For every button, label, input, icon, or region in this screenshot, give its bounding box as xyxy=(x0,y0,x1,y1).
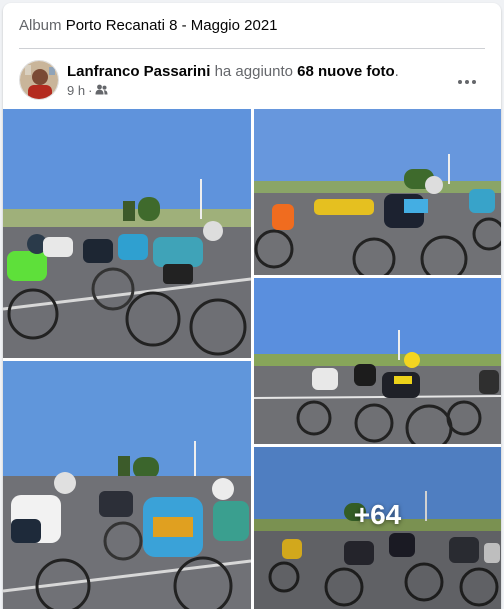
album-header: Album Porto Recanati 8 - Maggio 2021 xyxy=(19,17,485,49)
photo-1[interactable] xyxy=(3,109,251,358)
author-name[interactable]: Lanfranco Passarini xyxy=(67,63,210,80)
photo-count-link[interactable]: 68 nuove foto xyxy=(297,63,395,80)
post-meta: 9 h · xyxy=(67,83,108,99)
album-title-link[interactable]: Porto Recanati 8 - Maggio 2021 xyxy=(66,17,278,34)
photo-grid: +64 xyxy=(3,107,501,609)
more-photos-count: +64 xyxy=(353,499,402,530)
friends-icon[interactable] xyxy=(95,83,108,99)
post-header: Lanfranco Passarini ha aggiunto 68 nuove… xyxy=(19,60,485,104)
photo-3[interactable] xyxy=(254,278,501,444)
photo-2[interactable] xyxy=(254,109,501,275)
post-timestamp[interactable]: 9 h xyxy=(67,83,85,99)
album-post-card: Album Porto Recanati 8 - Maggio 2021 Lan… xyxy=(3,3,501,609)
action-suffix: . xyxy=(394,63,399,80)
more-options-button[interactable] xyxy=(449,64,485,100)
photo-5-more[interactable]: +64 xyxy=(254,447,501,609)
photo-4[interactable] xyxy=(3,361,251,609)
ellipsis-icon xyxy=(458,80,476,84)
author-line: Lanfranco Passarini ha aggiunto 68 nuove… xyxy=(67,62,399,81)
avatar[interactable] xyxy=(19,60,59,100)
more-photos-overlay[interactable]: +64 xyxy=(254,447,501,609)
action-text: ha aggiunto xyxy=(214,63,293,80)
album-prefix: Album xyxy=(19,17,62,34)
meta-separator: · xyxy=(88,83,93,98)
